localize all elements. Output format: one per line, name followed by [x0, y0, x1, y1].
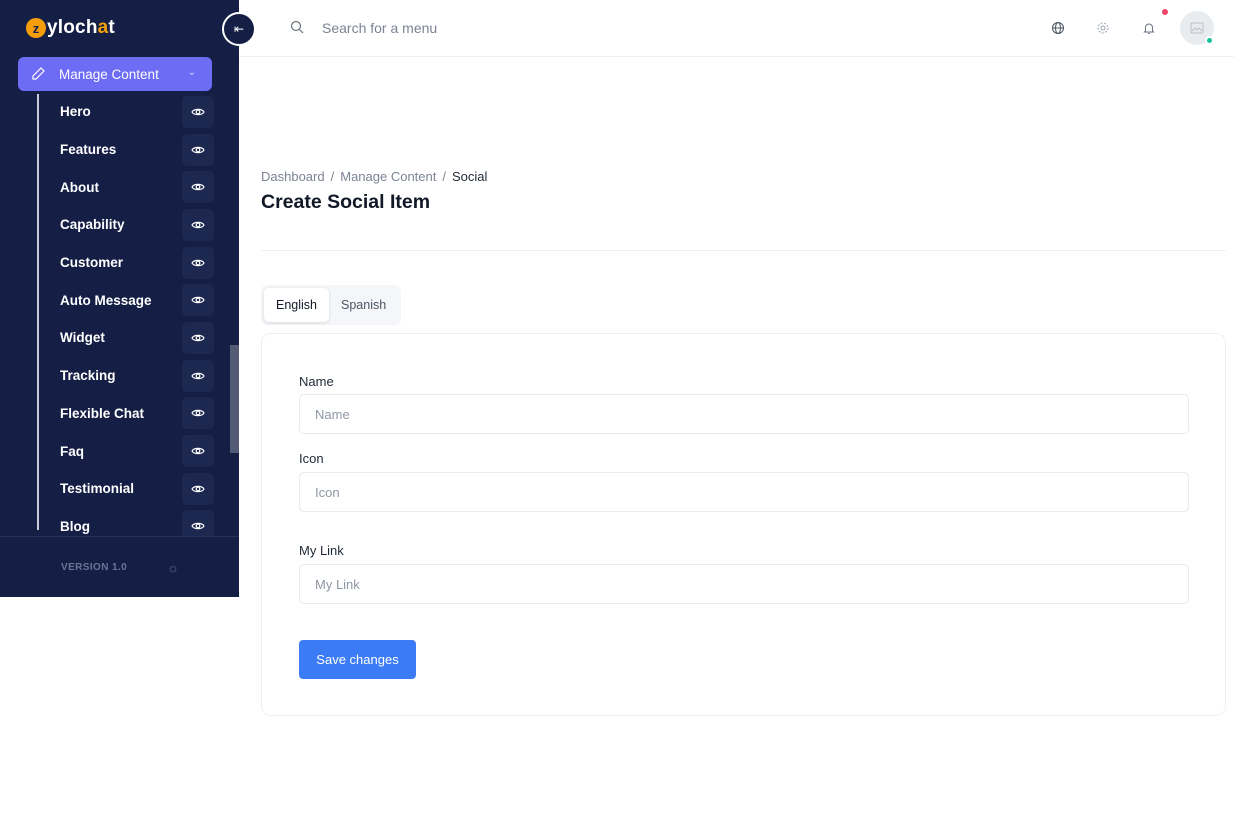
- image-icon: [1190, 22, 1204, 34]
- sidebar-item-label: Tracking: [60, 368, 116, 384]
- sidebar-item-label: Widget: [60, 330, 105, 346]
- eye-icon[interactable]: [182, 359, 214, 392]
- logo-text-part: t: [108, 17, 115, 38]
- eye-icon[interactable]: [182, 284, 214, 317]
- sidebar-item-label: Auto Message: [60, 292, 152, 308]
- sun-icon[interactable]: ☼: [167, 560, 179, 575]
- logo-mark: z: [26, 18, 46, 38]
- submenu-line: [37, 94, 39, 530]
- gear-icon[interactable]: [1094, 19, 1112, 37]
- eye-icon[interactable]: [182, 321, 214, 354]
- online-status-dot: [1205, 36, 1214, 45]
- sidebar-item-customer[interactable]: Customer: [40, 244, 214, 282]
- sidebar-item-features[interactable]: Features: [40, 131, 214, 169]
- pencil-icon: [32, 67, 45, 80]
- logo-text-part: yloch: [47, 17, 98, 38]
- bell-icon[interactable]: [1140, 19, 1158, 37]
- search-icon: [290, 20, 304, 34]
- sidebar-item-label: Capability: [60, 217, 125, 233]
- chevron-down-icon[interactable]: ⌄: [188, 67, 196, 78]
- sidebar-item-tracking[interactable]: Tracking: [40, 357, 214, 395]
- sidebar-item-label: Customer: [60, 255, 124, 271]
- eye-icon[interactable]: [182, 472, 214, 505]
- form-card: Name Icon My Link Save changes: [261, 333, 1226, 716]
- sidebar-item-flexible-chat[interactable]: Flexible Chat: [40, 395, 214, 433]
- topbar: [239, 0, 1234, 57]
- sidebar-scrollbar[interactable]: [230, 345, 239, 453]
- sidebar-item-faq[interactable]: Faq: [40, 432, 214, 470]
- logo[interactable]: z ylochat: [26, 15, 115, 41]
- save-button[interactable]: Save changes: [299, 640, 416, 679]
- logo-text-accent: a: [97, 17, 109, 38]
- sidebar-item-label: Faq: [60, 443, 85, 459]
- breadcrumb-separator: /: [442, 169, 446, 184]
- breadcrumb-manage-content[interactable]: Manage Content: [340, 169, 436, 184]
- eye-icon[interactable]: [182, 95, 214, 128]
- eye-icon[interactable]: [182, 397, 214, 430]
- eye-icon[interactable]: [182, 171, 214, 204]
- breadcrumb-dashboard[interactable]: Dashboard: [261, 169, 325, 184]
- sidebar-item-label: Testimonial: [60, 481, 135, 497]
- search-input[interactable]: [322, 18, 622, 38]
- sidebar-item-label: Flexible Chat: [60, 405, 145, 421]
- logo-text: ylochat: [47, 17, 115, 39]
- sidebar-item-testimonial[interactable]: Testimonial: [40, 470, 214, 508]
- breadcrumb-current: Social: [451, 169, 488, 184]
- page-title: Create Social Item: [261, 191, 431, 213]
- collapse-left-icon[interactable]: ⇤: [222, 12, 256, 46]
- my-link-label: My Link: [299, 543, 344, 558]
- my-link-field[interactable]: [299, 564, 1189, 604]
- tab-spanish[interactable]: Spanish: [329, 288, 398, 322]
- version-label: VERSION 1.0: [61, 561, 128, 573]
- divider: [261, 250, 1226, 251]
- sidebar-item-auto-message[interactable]: Auto Message: [40, 281, 214, 319]
- name-field[interactable]: [299, 394, 1189, 434]
- eye-icon[interactable]: [182, 208, 214, 241]
- sidebar-item-label: Blog: [60, 518, 90, 534]
- sidebar: z ylochat Manage Content ⌄ Hero Features…: [0, 0, 239, 597]
- sidebar-item-label: About: [60, 179, 99, 195]
- sidebar-item-label: Hero: [60, 104, 91, 120]
- notification-badge: [1162, 9, 1168, 15]
- eye-icon[interactable]: [182, 246, 214, 279]
- tab-english[interactable]: English: [264, 288, 329, 322]
- eye-icon[interactable]: [182, 133, 214, 166]
- sidebar-item-about[interactable]: About: [40, 168, 214, 206]
- sidebar-item-capability[interactable]: Capability: [40, 206, 214, 244]
- globe-icon[interactable]: [1049, 19, 1067, 37]
- eye-icon[interactable]: [182, 435, 214, 468]
- sidebar-footer: VERSION 1.0 ☼: [0, 536, 239, 597]
- submenu-list: Hero Features About Capability Customer …: [40, 93, 214, 545]
- sidebar-item-widget[interactable]: Widget: [40, 319, 214, 357]
- icon-field[interactable]: [299, 472, 1189, 512]
- name-label: Name: [299, 374, 334, 389]
- icon-label: Icon: [299, 451, 324, 466]
- breadcrumb: Dashboard / Manage Content / Social: [261, 169, 487, 184]
- language-tabs: English Spanish: [261, 285, 401, 325]
- sidebar-item-label: Manage Content: [59, 66, 159, 82]
- breadcrumb-separator: /: [330, 169, 335, 184]
- sidebar-item-hero[interactable]: Hero: [40, 93, 214, 131]
- sidebar-item-manage-content[interactable]: Manage Content ⌄: [18, 57, 212, 91]
- sidebar-item-label: Features: [60, 142, 117, 158]
